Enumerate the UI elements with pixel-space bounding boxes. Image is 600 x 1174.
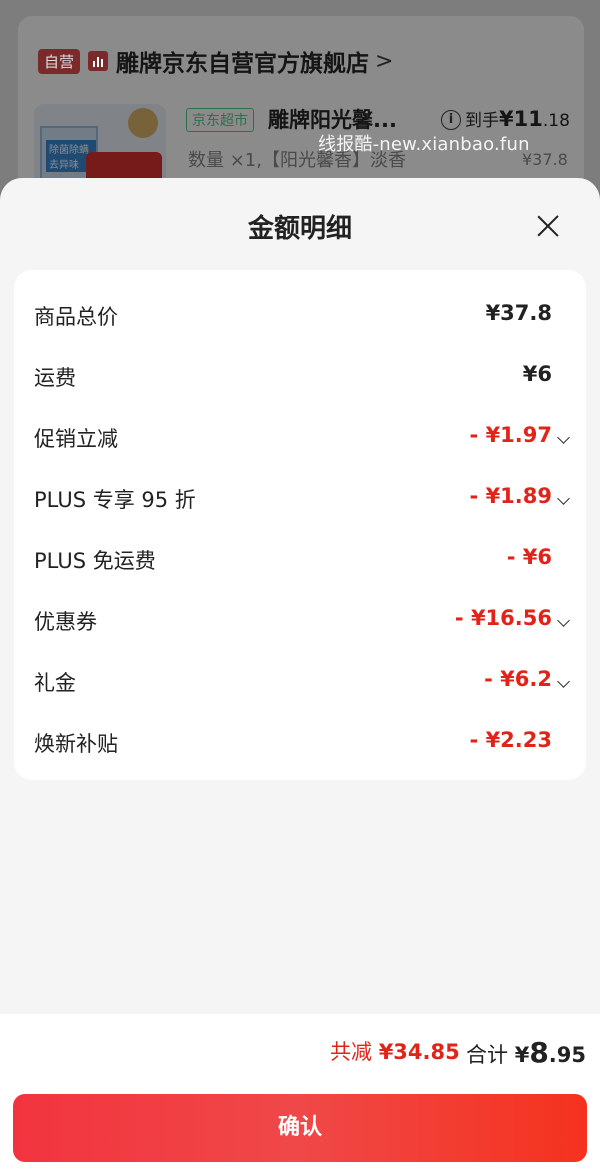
row-label: 运费 [34,366,76,390]
row-label: PLUS 免运费 [34,549,156,573]
row-plus-discount[interactable]: PLUS 专享 95 折 - ¥1.89 [14,477,586,517]
chevron-down-icon[interactable] [557,431,570,444]
total-currency: ¥ [514,1043,530,1067]
store-name[interactable]: 雕牌京东自营官方旗舰店 [116,44,369,78]
amount-detail-card: 商品总价 ¥37.8 运费 ¥6 促销立减 - ¥1.97 PLUS 专享 95… [14,270,586,780]
row-value: - ¥6.2 [484,667,552,691]
total-decimal: .95 [548,1043,586,1067]
self-operated-badge: 自营 [38,48,81,74]
row-plus-free-shipping: PLUS 免运费 - ¥6 [14,538,586,578]
row-label: 礼金 [34,671,76,695]
reduction-value: ¥34.85 [378,1040,460,1064]
row-goods-total: 商品总价 ¥37.8 [14,294,586,334]
sheet-title: 金额明细 [247,214,352,244]
row-label: 促销立减 [34,427,118,451]
row-label: PLUS 专享 95 折 [34,488,196,512]
row-renewal-subsidy: 焕新补贴 - ¥2.23 [14,721,586,761]
close-icon[interactable] [528,206,568,246]
total-amount: 合计 ¥8.95 [466,1036,586,1069]
row-value: ¥37.8 [485,301,552,325]
chevron-right-icon[interactable]: > [375,49,393,74]
arrive-label: 到手 [465,111,499,131]
amount-detail-sheet: 金额明细 商品总价 ¥37.8 运费 ¥6 促销立减 - ¥1.97 PLUS … [0,178,600,1174]
confirm-button[interactable]: 确认 [13,1094,587,1162]
row-label: 焕新补贴 [34,732,118,756]
arrive-price: 到手¥11.18 [465,106,570,131]
row-promotion[interactable]: 促销立减 - ¥1.97 [14,416,586,456]
bottom-action-bar: 确认 [0,1088,600,1174]
row-label: 优惠券 [34,610,97,634]
product-award-badge [128,108,158,138]
chevron-down-icon[interactable] [557,614,570,627]
row-value: - ¥16.56 [454,606,552,630]
reduction-label: 共减 [330,1040,372,1064]
arrive-price-cents: .18 [542,111,570,131]
row-value: - ¥1.97 [469,423,552,447]
chevron-down-icon[interactable] [557,675,570,688]
row-shipping: 运费 ¥6 [14,355,586,395]
store-logo-icon [88,51,109,71]
total-summary: 共减 ¥34.85 合计 ¥8.95 [0,1014,600,1088]
row-value: - ¥6 [506,545,552,569]
row-coupon[interactable]: 优惠券 - ¥16.56 [14,599,586,639]
row-value: ¥6 [522,362,552,386]
total-reduction: 共减 ¥34.85 [330,1036,460,1066]
row-value: - ¥1.89 [469,484,552,508]
total-label: 合计 [466,1043,508,1067]
arrive-price-main: ¥11 [499,107,543,131]
row-gift-money[interactable]: 礼金 - ¥6.2 [14,660,586,700]
row-value: - ¥2.23 [469,728,552,752]
jd-supermarket-tag: 京东超市 [186,108,254,132]
total-integer: 8 [529,1036,549,1069]
row-label: 商品总价 [34,305,118,329]
chevron-down-icon[interactable] [557,492,570,505]
info-icon[interactable]: i [441,110,461,130]
watermark-text: 线报酷-new.xianbao.fun [318,134,530,155]
store-header[interactable]: 自营 雕牌京东自营官方旗舰店 > [38,44,393,78]
